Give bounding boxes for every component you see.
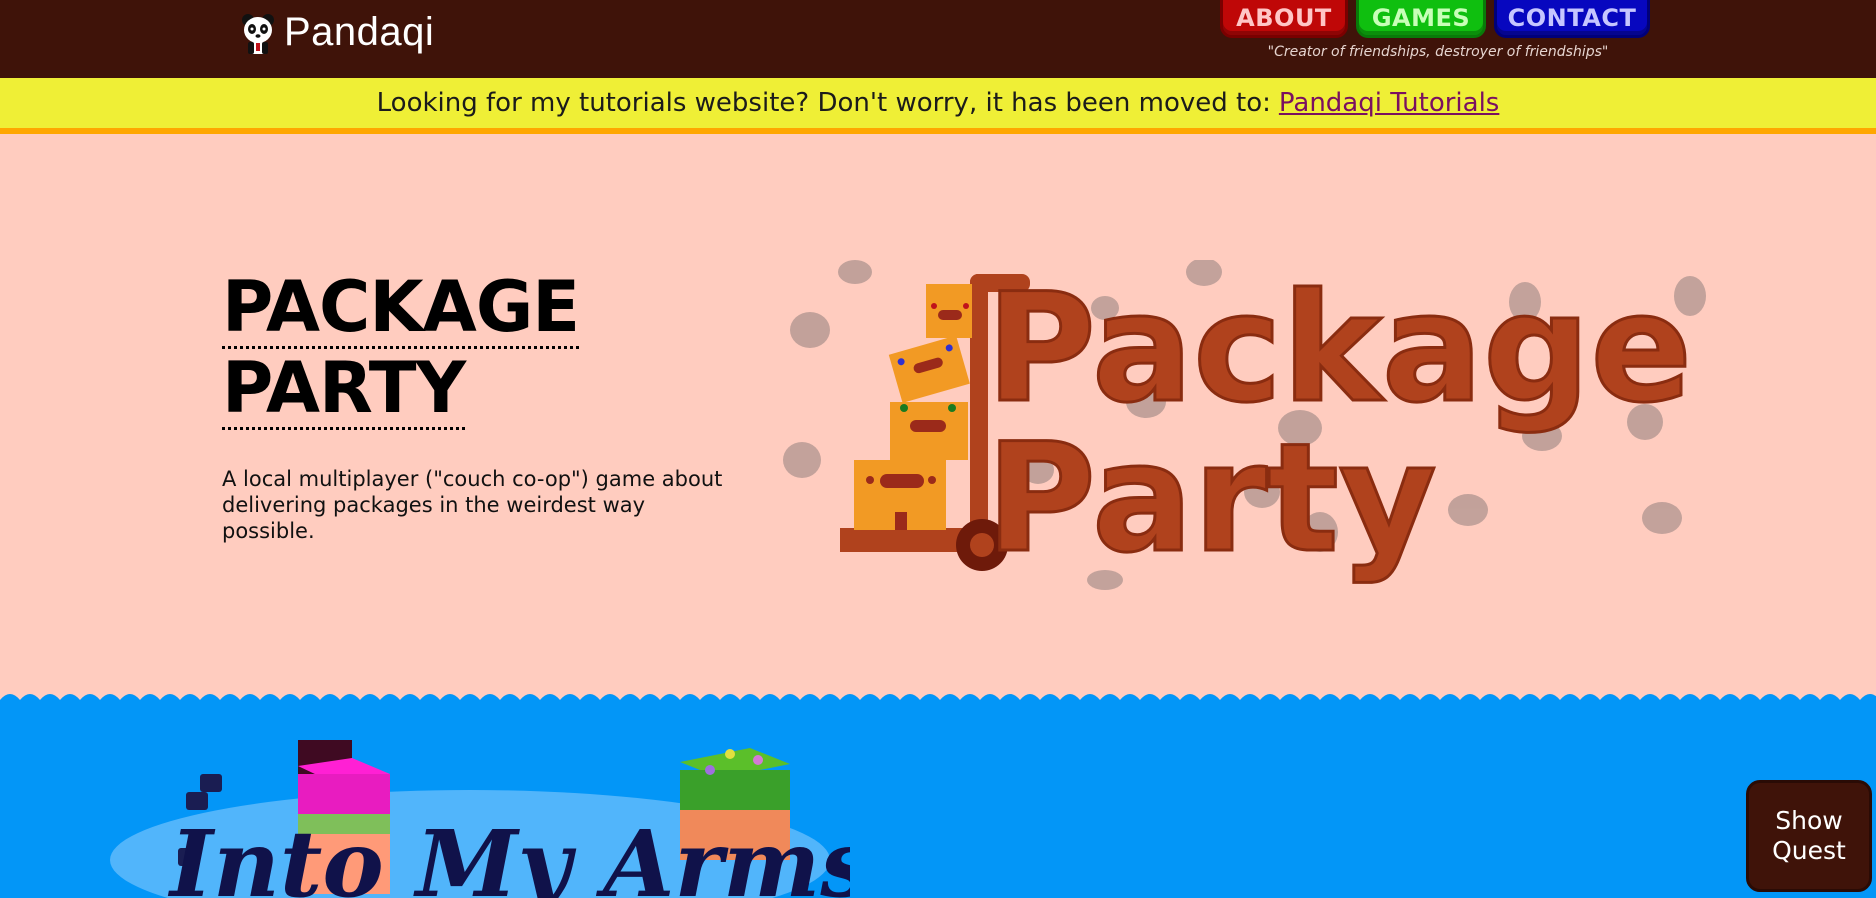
game-title[interactable]: PACKAGE PARTY	[222, 266, 580, 430]
quest-line1: Show	[1775, 806, 1843, 835]
nav-games-button[interactable]: GAMES	[1356, 0, 1486, 38]
into-my-arms-logo-art: Into My Arms	[110, 740, 872, 898]
quest-line2: Quest	[1772, 836, 1846, 865]
game-description: A local multiplayer ("couch co-op") game…	[222, 467, 723, 543]
panda-icon	[242, 13, 274, 54]
nav-about-button[interactable]: ABOUT	[1220, 0, 1348, 38]
tutorials-link[interactable]: Pandaqi Tutorials	[1279, 88, 1499, 118]
logo-text-package: Package	[986, 262, 1692, 436]
notice-banner: Looking for my tutorials website? Don't …	[0, 78, 1876, 134]
package-party-logo[interactable]: Package Party	[780, 258, 1720, 590]
package-party-logo-art: Package Party	[783, 258, 1706, 590]
game-title-line2: PARTY	[222, 347, 466, 430]
site-header: Pandaqi ABOUT GAMES CONTACT "Creator of …	[0, 0, 1876, 78]
logo-text-into-my-arms: Into My Arms	[167, 810, 850, 898]
featured-game-section: PACKAGE PARTY A local multiplayer ("couc…	[0, 140, 1876, 696]
brand-name: Pandaqi	[284, 10, 435, 54]
logo-text-party: Party	[986, 412, 1437, 586]
main-nav: ABOUT GAMES CONTACT	[1220, 0, 1650, 38]
show-quest-button[interactable]: Show Quest	[1746, 780, 1872, 892]
brand-link[interactable]: Pandaqi	[240, 10, 434, 55]
game-title-line1: PACKAGE	[222, 266, 580, 349]
notice-text: Looking for my tutorials website? Don't …	[376, 88, 1271, 118]
into-my-arms-logo[interactable]: Into My Arms	[90, 730, 872, 898]
tagline: "Creator of friendships, destroyer of fr…	[1267, 44, 1609, 60]
nav-contact-button[interactable]: CONTACT	[1494, 0, 1650, 38]
